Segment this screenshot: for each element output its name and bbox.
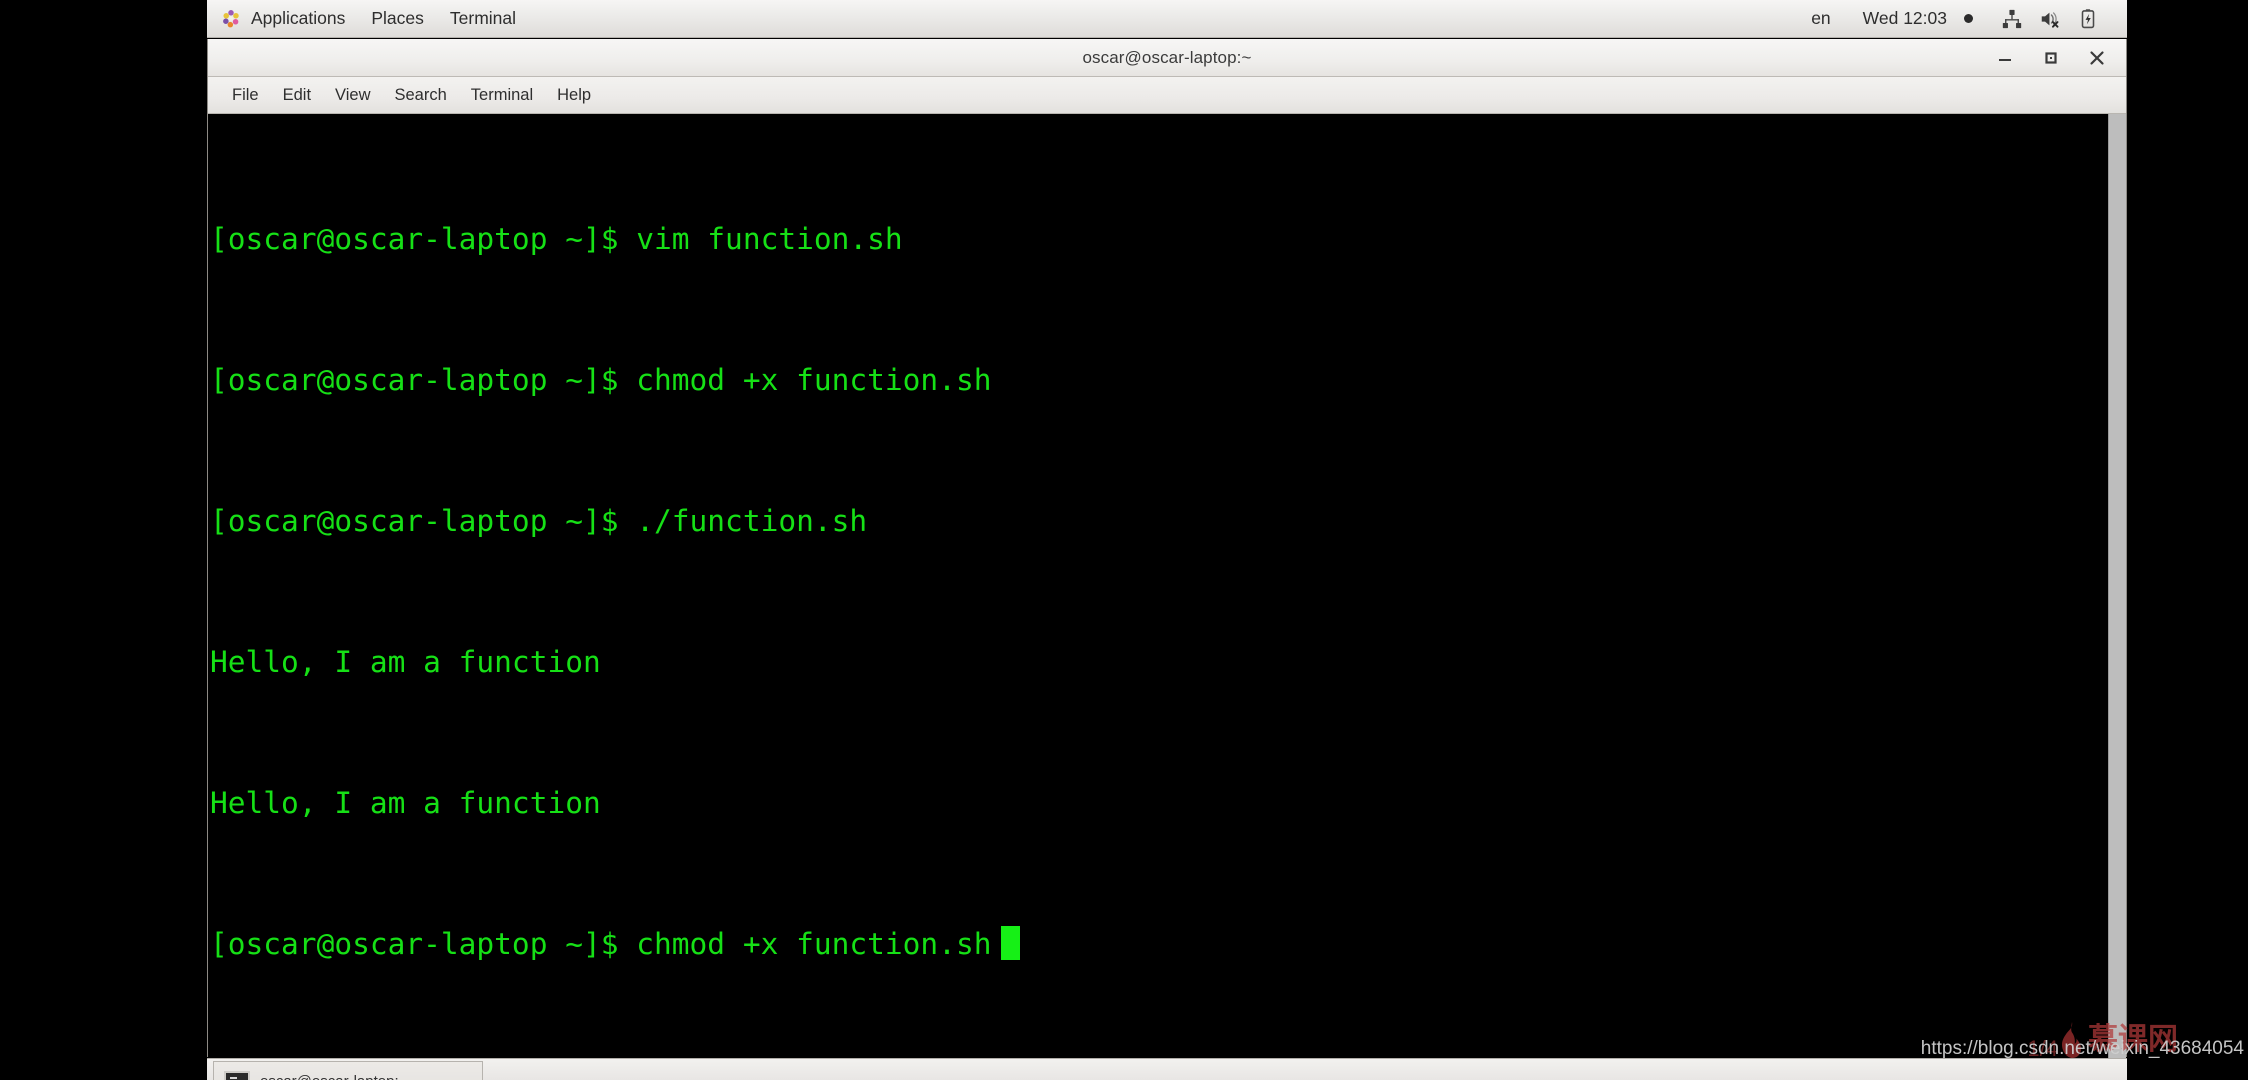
terminal-line: Hello, I am a function <box>210 645 601 679</box>
keyboard-layout-indicator[interactable]: en <box>1795 0 1846 37</box>
taskbar-item-label: oscar@oscar-laptop:~ <box>260 1073 407 1080</box>
applications-menu-label: Applications <box>251 7 346 28</box>
menu-help-label: Help <box>557 85 592 104</box>
places-menu-label: Places <box>371 7 424 28</box>
terminal-line: [oscar@oscar-laptop ~]$ ./function.sh <box>210 504 868 538</box>
terminal-menu-label: Terminal <box>449 7 517 28</box>
menu-view[interactable]: View <box>323 77 382 113</box>
minimize-button[interactable] <box>1982 39 2028 77</box>
terminal-output[interactable]: [oscar@oscar-laptop ~]$ vim function.sh … <box>208 114 2108 1062</box>
places-menu[interactable]: Places <box>358 0 437 37</box>
menu-search[interactable]: Search <box>383 77 459 113</box>
terminal-menu[interactable]: Terminal <box>437 0 529 37</box>
terminal-window: oscar@oscar-laptop:~ File Edit View Sear… <box>207 39 2127 1062</box>
top-panel: Applications Places Terminal en Wed 12:0… <box>207 0 2127 38</box>
terminal-current-line: [oscar@oscar-laptop ~]$ chmod +x functio… <box>210 921 2108 968</box>
menu-terminal[interactable]: Terminal <box>459 77 545 113</box>
terminal-line: Hello, I am a function <box>210 786 601 820</box>
menu-terminal-label: Terminal <box>470 85 534 104</box>
taskbar: oscar@oscar-laptop:~ <box>207 1058 2127 1080</box>
menu-edit[interactable]: Edit <box>271 77 323 113</box>
clock[interactable]: Wed 12:03 <box>1847 0 1989 37</box>
menu-file-label: File <box>232 85 259 104</box>
applications-menu[interactable]: Applications <box>207 0 358 37</box>
terminal-line: [oscar@oscar-laptop ~]$ vim function.sh <box>210 222 903 256</box>
terminal-scrollbar[interactable] <box>2108 114 2126 1062</box>
top-panel-right: en Wed 12:03 <box>1795 0 2127 37</box>
taskbar-item-terminal[interactable]: oscar@oscar-laptop:~ <box>213 1061 483 1080</box>
system-tray <box>1989 8 2099 30</box>
desktop: Applications Places Terminal en Wed 12:0… <box>207 0 2127 1080</box>
clock-indicator-dot <box>1964 14 1973 23</box>
terminal-scrollbar-thumb[interactable] <box>2109 114 2126 1062</box>
window-title: oscar@oscar-laptop:~ <box>1082 47 1252 67</box>
menu-help[interactable]: Help <box>545 77 603 113</box>
menu-search-label: Search <box>394 85 447 104</box>
clock-label: Wed 12:03 <box>1862 7 1947 28</box>
gnome-applications-icon <box>220 8 242 30</box>
menu-bar: File Edit View Search Terminal Help <box>208 77 2126 114</box>
maximize-button[interactable] <box>2028 39 2074 77</box>
window-controls <box>1982 39 2120 76</box>
terminal-cursor <box>1001 926 1021 960</box>
url-watermark: https://blog.csdn.net/weixin_43684054 <box>1920 1038 2244 1059</box>
terminal-body[interactable]: [oscar@oscar-laptop ~]$ vim function.sh … <box>208 114 2126 1062</box>
menu-edit-label: Edit <box>282 85 312 104</box>
terminal-line: [oscar@oscar-laptop ~]$ chmod +x functio… <box>210 363 992 397</box>
volume-muted-icon[interactable] <box>2039 8 2061 30</box>
menu-file[interactable]: File <box>220 77 271 113</box>
window-titlebar[interactable]: oscar@oscar-laptop:~ <box>208 39 2126 77</box>
terminal-icon <box>224 1070 250 1080</box>
close-button[interactable] <box>2074 39 2120 77</box>
battery-charging-icon[interactable] <box>2077 8 2099 30</box>
menu-view-label: View <box>335 85 371 104</box>
top-panel-left: Applications Places Terminal <box>207 0 529 37</box>
keyboard-layout-label: en <box>1811 7 1831 28</box>
network-icon[interactable] <box>2001 8 2023 30</box>
terminal-current-line-text: [oscar@oscar-laptop ~]$ chmod +x functio… <box>210 927 992 961</box>
screen: Applications Places Terminal en Wed 12:0… <box>0 0 2248 1080</box>
